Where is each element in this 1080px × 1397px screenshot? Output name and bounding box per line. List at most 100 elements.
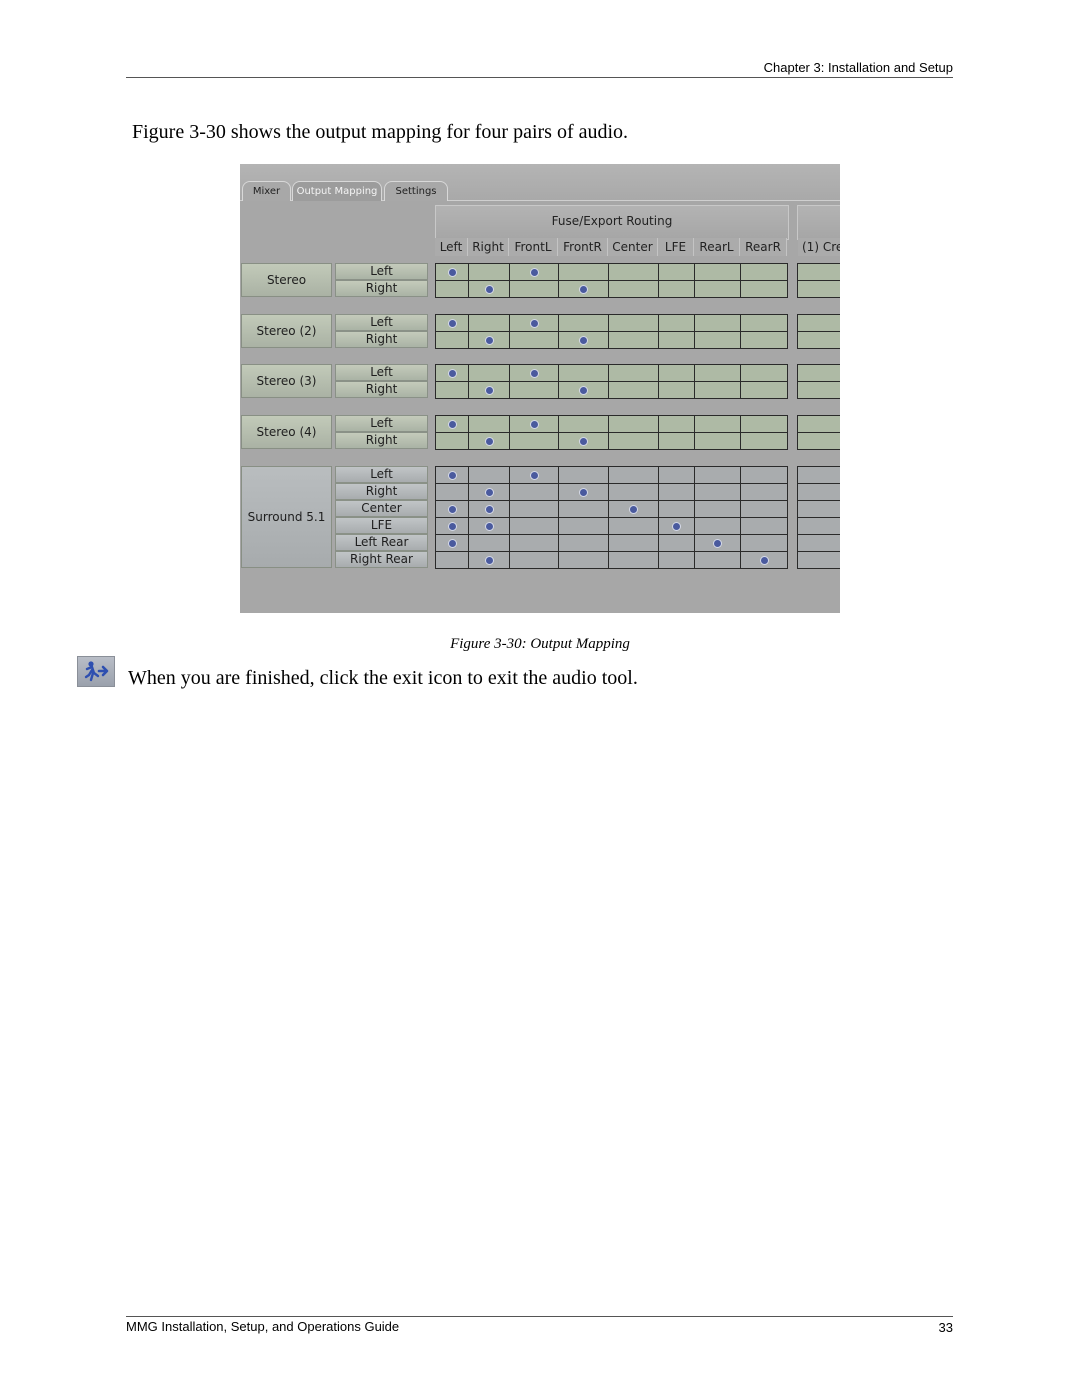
routing-cell[interactable] xyxy=(436,518,469,535)
routing-cell[interactable] xyxy=(659,264,695,281)
routing-cell[interactable] xyxy=(559,484,609,501)
routing-cell-extra[interactable] xyxy=(798,467,840,484)
routing-cell[interactable] xyxy=(510,264,559,281)
routing-cell[interactable] xyxy=(695,433,741,450)
routing-cell[interactable] xyxy=(510,382,559,399)
source-group-button[interactable]: Stereo (2) xyxy=(241,314,332,348)
routing-cell[interactable] xyxy=(695,484,741,501)
routing-cell[interactable] xyxy=(695,518,741,535)
routing-cell[interactable] xyxy=(659,416,695,433)
routing-cell[interactable] xyxy=(609,552,659,569)
routing-cell[interactable] xyxy=(609,281,659,298)
tab-mixer[interactable]: Mixer xyxy=(242,181,291,201)
routing-cell[interactable] xyxy=(609,501,659,518)
routing-cell-extra[interactable] xyxy=(798,281,840,298)
routing-cell[interactable] xyxy=(510,501,559,518)
source-group-button[interactable]: Stereo (4) xyxy=(241,415,332,449)
source-group-button[interactable]: Stereo xyxy=(241,263,332,297)
routing-cell[interactable] xyxy=(741,332,788,349)
routing-cell[interactable] xyxy=(695,382,741,399)
routing-cell[interactable] xyxy=(659,433,695,450)
tab-output-mapping[interactable]: Output Mapping xyxy=(292,181,382,201)
routing-cell[interactable] xyxy=(659,382,695,399)
routing-cell[interactable] xyxy=(659,467,695,484)
routing-cell[interactable] xyxy=(609,416,659,433)
routing-cell[interactable] xyxy=(659,535,695,552)
routing-cell-extra[interactable] xyxy=(798,332,840,349)
routing-cell-extra[interactable] xyxy=(798,365,840,382)
routing-cell[interactable] xyxy=(609,315,659,332)
routing-cell[interactable] xyxy=(695,501,741,518)
routing-cell[interactable] xyxy=(559,382,609,399)
routing-cell[interactable] xyxy=(609,264,659,281)
routing-cell[interactable] xyxy=(436,332,469,349)
routing-cell[interactable] xyxy=(609,484,659,501)
routing-cell-extra[interactable] xyxy=(798,535,840,552)
routing-cell[interactable] xyxy=(609,433,659,450)
routing-cell[interactable] xyxy=(469,281,510,298)
routing-cell[interactable] xyxy=(559,315,609,332)
routing-cell-extra[interactable] xyxy=(798,416,840,433)
routing-cell[interactable] xyxy=(469,332,510,349)
routing-cell[interactable] xyxy=(695,552,741,569)
routing-cell-extra[interactable] xyxy=(798,484,840,501)
routing-cell[interactable] xyxy=(469,552,510,569)
routing-cell[interactable] xyxy=(559,535,609,552)
routing-cell[interactable] xyxy=(559,433,609,450)
routing-cell[interactable] xyxy=(659,315,695,332)
routing-cell[interactable] xyxy=(659,501,695,518)
routing-cell[interactable] xyxy=(741,501,788,518)
routing-cell[interactable] xyxy=(510,552,559,569)
routing-cell[interactable] xyxy=(469,501,510,518)
routing-cell-extra[interactable] xyxy=(798,518,840,535)
routing-cell[interactable] xyxy=(741,433,788,450)
routing-cell[interactable] xyxy=(695,467,741,484)
routing-cell[interactable] xyxy=(659,281,695,298)
routing-cell[interactable] xyxy=(436,416,469,433)
source-group-button[interactable]: Surround 5.1 xyxy=(241,466,332,568)
routing-cell-extra[interactable] xyxy=(798,315,840,332)
routing-cell[interactable] xyxy=(559,467,609,484)
routing-cell[interactable] xyxy=(436,315,469,332)
routing-cell[interactable] xyxy=(469,315,510,332)
routing-cell[interactable] xyxy=(510,484,559,501)
routing-cell[interactable] xyxy=(436,433,469,450)
routing-cell-extra[interactable] xyxy=(798,382,840,399)
routing-cell[interactable] xyxy=(436,535,469,552)
routing-cell[interactable] xyxy=(559,332,609,349)
routing-cell[interactable] xyxy=(741,264,788,281)
routing-cell[interactable] xyxy=(469,535,510,552)
routing-cell[interactable] xyxy=(510,535,559,552)
routing-cell[interactable] xyxy=(559,501,609,518)
routing-cell[interactable] xyxy=(741,315,788,332)
routing-cell[interactable] xyxy=(559,552,609,569)
routing-cell[interactable] xyxy=(469,416,510,433)
routing-cell[interactable] xyxy=(510,281,559,298)
routing-cell[interactable] xyxy=(741,281,788,298)
routing-cell[interactable] xyxy=(469,467,510,484)
routing-cell[interactable] xyxy=(469,382,510,399)
routing-cell[interactable] xyxy=(695,281,741,298)
routing-cell[interactable] xyxy=(659,518,695,535)
routing-cell[interactable] xyxy=(695,315,741,332)
routing-cell[interactable] xyxy=(609,365,659,382)
routing-cell[interactable] xyxy=(659,484,695,501)
routing-cell[interactable] xyxy=(436,264,469,281)
routing-cell[interactable] xyxy=(659,552,695,569)
routing-cell[interactable] xyxy=(510,433,559,450)
routing-cell[interactable] xyxy=(609,518,659,535)
routing-cell[interactable] xyxy=(510,416,559,433)
routing-cell[interactable] xyxy=(741,365,788,382)
routing-cell[interactable] xyxy=(609,382,659,399)
routing-cell[interactable] xyxy=(695,264,741,281)
routing-cell[interactable] xyxy=(741,467,788,484)
routing-cell[interactable] xyxy=(741,552,788,569)
routing-cell[interactable] xyxy=(609,535,659,552)
routing-cell[interactable] xyxy=(510,467,559,484)
source-group-button[interactable]: Stereo (3) xyxy=(241,364,332,398)
routing-cell[interactable] xyxy=(559,281,609,298)
routing-cell[interactable] xyxy=(559,264,609,281)
routing-cell[interactable] xyxy=(469,433,510,450)
routing-cell[interactable] xyxy=(609,467,659,484)
routing-cell-extra[interactable] xyxy=(798,552,840,569)
